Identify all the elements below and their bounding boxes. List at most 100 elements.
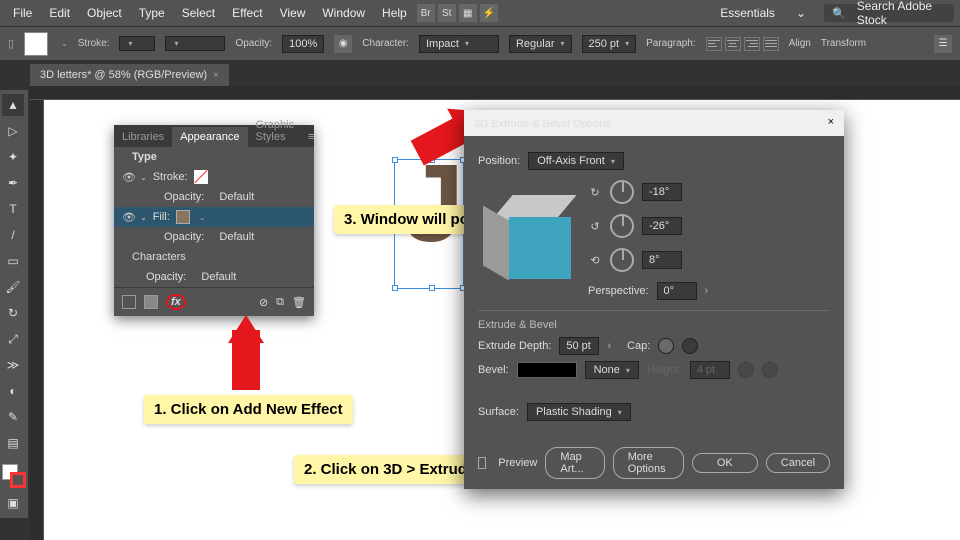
vertical-ruler	[30, 100, 44, 540]
stroke-weight[interactable]	[119, 36, 155, 51]
trash-icon[interactable]: 🗑	[292, 296, 306, 309]
cancel-button[interactable]: Cancel	[766, 453, 830, 473]
direct-selection-tool[interactable]: ▷	[2, 120, 24, 142]
preview-label[interactable]: Preview	[498, 457, 537, 469]
tab-graphic-styles[interactable]: Graphic Styles	[248, 115, 303, 147]
y-angle[interactable]: -26°	[642, 217, 682, 235]
chevron-down-icon[interactable]: ⌄	[140, 173, 147, 182]
extrude-depth-value[interactable]: 50 pt	[559, 337, 599, 355]
rotation-cube[interactable]	[478, 195, 568, 285]
z-angle[interactable]: 8°	[642, 251, 682, 269]
stock-icon[interactable]: St	[438, 4, 456, 22]
visibility-icon[interactable]: 👁	[122, 211, 134, 224]
clear-icon[interactable]: ⊘	[259, 296, 268, 309]
y-dial[interactable]	[610, 214, 634, 238]
map-art-button[interactable]: Map Art...	[545, 447, 604, 479]
more-options-icon[interactable]: ☰	[934, 35, 952, 53]
arrange-icon[interactable]: ▦	[459, 4, 477, 22]
scale-tool[interactable]: ⤢	[2, 328, 24, 350]
stroke-opacity-val[interactable]: Default	[219, 191, 254, 203]
close-tab-icon[interactable]: ×	[213, 70, 219, 81]
font-size[interactable]: 250 pt	[582, 35, 637, 53]
z-dial[interactable]	[610, 248, 634, 272]
close-icon[interactable]: ×	[828, 116, 834, 128]
main-opacity-val[interactable]: Default	[201, 271, 236, 283]
duplicate-icon[interactable]: ⧉	[276, 296, 284, 309]
menu-object[interactable]: Object	[80, 3, 129, 23]
menu-edit[interactable]: Edit	[42, 3, 77, 23]
rotate-x-icon: ↻	[588, 186, 602, 199]
picker-icon[interactable]: ▯	[8, 37, 14, 50]
artboard[interactable]: J Libraries Appearance Graphic Styles ≡ …	[44, 100, 960, 540]
x-dial[interactable]	[610, 180, 634, 204]
menu-file[interactable]: File	[6, 3, 39, 23]
align-left-icon[interactable]	[706, 37, 722, 51]
fill-stroke-indicator[interactable]	[2, 464, 26, 488]
menu-window[interactable]: Window	[315, 3, 372, 23]
menu-select[interactable]: Select	[175, 3, 222, 23]
tab-libraries[interactable]: Libraries	[114, 127, 172, 147]
width-tool[interactable]: ≫	[2, 354, 24, 376]
document-tab-bar: 3D letters* @ 58% (RGB/Preview) ×	[0, 60, 960, 86]
align-link[interactable]: Align	[789, 38, 811, 49]
ok-button[interactable]: OK	[692, 453, 758, 473]
position-select[interactable]: Off-Axis Front	[528, 152, 624, 170]
stroke-opacity-label: Opacity:	[164, 191, 204, 203]
pen-tool[interactable]: ✒	[2, 172, 24, 194]
characters-row[interactable]: Characters	[132, 251, 186, 263]
bevel-select[interactable]: None	[585, 361, 639, 379]
shape-builder-tool[interactable]: ◐	[2, 380, 24, 402]
transform-link[interactable]: Transform	[821, 38, 866, 49]
align-right-icon[interactable]	[744, 37, 760, 51]
fill-opacity-val[interactable]: Default	[219, 231, 254, 243]
tab-appearance[interactable]: Appearance	[172, 127, 247, 147]
menu-effect[interactable]: Effect	[225, 3, 269, 23]
gradient-tool[interactable]: ▤	[2, 432, 24, 454]
align-center-icon[interactable]	[725, 37, 741, 51]
opacity-value[interactable]: 100%	[282, 35, 324, 53]
annotation-1: 1. Click on Add New Effect	[144, 395, 353, 424]
type-tool[interactable]: T	[2, 198, 24, 220]
font-family[interactable]: Impact	[419, 35, 499, 53]
stroke-profile[interactable]	[165, 36, 225, 51]
perspective-value[interactable]: 0°	[657, 282, 697, 300]
workspace-switcher[interactable]: Essentials⌄	[705, 0, 821, 26]
horizontal-ruler	[30, 86, 960, 100]
new-stroke-icon[interactable]	[122, 295, 136, 309]
para-label: Paragraph:	[646, 38, 695, 49]
bridge-icon[interactable]: Br	[417, 4, 435, 22]
eyedropper-tool[interactable]: ✎	[2, 406, 24, 428]
brush-tool[interactable]: 🖌	[2, 276, 24, 298]
line-tool[interactable]: /	[2, 224, 24, 246]
menu-type[interactable]: Type	[132, 3, 172, 23]
screen-mode-tool[interactable]: ▣	[2, 492, 24, 514]
document-tab[interactable]: 3D letters* @ 58% (RGB/Preview) ×	[30, 64, 229, 86]
panel-menu-icon[interactable]: ≡	[302, 127, 320, 147]
surface-select[interactable]: Plastic Shading	[527, 403, 631, 421]
rectangle-tool[interactable]: ▭	[2, 250, 24, 272]
perspective-label: Perspective:	[588, 285, 649, 297]
cap-off-button[interactable]	[682, 338, 698, 354]
fill-swatch[interactable]	[176, 210, 190, 224]
justify-icon[interactable]	[763, 37, 779, 51]
preview-checkbox[interactable]	[478, 457, 486, 469]
magic-wand-tool[interactable]: ✦	[2, 146, 24, 168]
menu-help[interactable]: Help	[375, 3, 414, 23]
visibility-icon[interactable]: 👁	[122, 171, 134, 184]
more-options-button[interactable]: More Options	[613, 447, 684, 479]
menu-view[interactable]: View	[273, 3, 313, 23]
rotate-tool[interactable]: ↻	[2, 302, 24, 324]
cap-on-button[interactable]	[658, 338, 674, 354]
gpu-icon[interactable]: ⚡	[480, 4, 498, 22]
search-input[interactable]: 🔍 Search Adobe Stock	[824, 4, 954, 22]
chevron-down-icon[interactable]: ⌄	[140, 213, 147, 222]
fill-swatch[interactable]	[24, 32, 48, 56]
new-fill-icon[interactable]	[144, 295, 158, 309]
dialog-title-bar[interactable]: 3D Extrude & Bevel Options×	[464, 110, 844, 136]
x-angle[interactable]: -18°	[642, 183, 682, 201]
add-effect-button[interactable]: fx	[166, 294, 186, 310]
styles-icon[interactable]: ◉	[334, 35, 352, 53]
font-style[interactable]: Regular	[509, 35, 572, 53]
selection-tool[interactable]: ▲	[2, 94, 24, 116]
stroke-swatch[interactable]	[194, 170, 208, 184]
